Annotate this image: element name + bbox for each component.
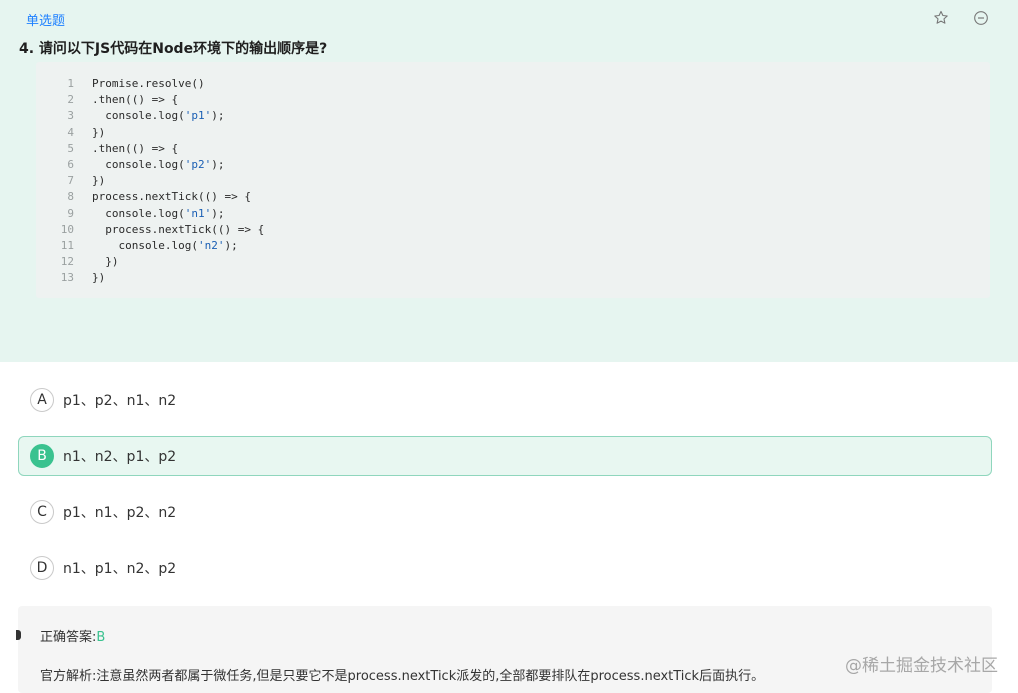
option-text: n1、n2、p1、p2 [63,449,177,465]
official-explanation: 官方解析:注意虽然两者都属于微任务,但是只要它不是process.nextTic… [40,669,765,684]
code-line: 9 console.log('n1'); [36,206,990,222]
code-string: 'n1' [184,206,212,220]
option-letter: B [30,444,54,468]
code-line: 6 console.log('p2'); [36,157,990,173]
line-number: 12 [60,255,74,269]
code-line: 3 console.log('p1'); [36,108,990,124]
question-title: 4. 请问以下JS代码在Node环境下的输出顺序是? [19,41,328,57]
code-text: console.log('n2'); [92,238,238,254]
star-outline-icon[interactable] [932,9,950,27]
code-token: }) [92,271,106,285]
code-text: process.nextTick(() => { [92,222,264,238]
correct-answer-label: 正确答案: [40,630,97,645]
question-type-tag: 单选题 [26,14,66,29]
code-line: 8 process.nextTick(() => { [36,189,990,205]
code-token: ); [224,238,238,252]
code-line: 7}) [36,173,990,189]
code-line: 13}) [36,270,990,286]
question-actions [932,9,990,27]
code-line: 12 }) [36,254,990,270]
code-text: Promise.resolve() [92,76,205,92]
line-number: 11 [60,238,74,252]
line-number: 8 [67,190,74,204]
code-token: }) [92,125,106,139]
code-text: }) [92,125,105,141]
code-block: 1 Promise.resolve() 2 .then(() => {3 consol… [36,62,990,298]
line-number: 13 [60,271,74,285]
code-string: 'p2' [184,157,212,171]
option-text: p1、p2、n1、n2 [63,393,177,409]
code-text: .then(() => { [92,141,178,157]
code-token: .then(() => { [92,141,179,155]
line-number: 6 [67,157,74,171]
option-a[interactable]: Ap1、p2、n1、n2 [18,380,992,420]
code-token: console.log( [92,109,185,123]
code-text: console.log('n1'); [92,206,224,222]
code-line: 10 process.nextTick(() => { [36,222,990,238]
watermark: @稀土掘金技术社区 [845,656,998,676]
option-letter: C [30,500,54,524]
option-letter: A [30,388,54,412]
code-text: }) [92,254,119,270]
option-b[interactable]: Bn1、n2、p1、p2 [18,436,992,476]
option-letter: D [30,556,54,580]
code-token: Promise.resolve() [92,77,205,90]
line-number: 3 [67,109,74,123]
line-number: 10 [60,222,74,236]
line-number: 9 [67,206,74,220]
code-token: process.nextTick(() => { [92,222,265,236]
code-line: 2 .then(() => { [36,92,990,108]
minus-circle-icon[interactable] [972,9,990,27]
code-text: console.log('p1'); [92,108,224,124]
correct-answer-row: 正确答案:B [40,626,105,645]
line-number: 4 [67,125,74,139]
code-text: }) [92,173,105,189]
answer-panel: 正确答案:B 官方解析:注意虽然两者都属于微任务,但是只要它不是process.… [16,606,992,693]
code-string: 'p1' [184,109,212,123]
code-token: process.nextTick(() => { [92,190,251,204]
code-line: 4}) [36,125,990,141]
code-text: }) [92,270,105,286]
code-line: 1 Promise.resolve() [36,76,990,92]
line-number: 2 [67,93,74,107]
question-area: 单选题 4. 请问以下JS代码在Node环境下的输出顺序是? 1 Promise.… [0,0,1018,362]
code-token: ); [211,157,225,171]
code-token: }) [92,255,119,269]
option-c[interactable]: Cp1、n1、p2、n2 [18,492,992,532]
code-line: 11 console.log('n2'); [36,238,990,254]
code-token: }) [92,174,106,188]
code-text: console.log('p2'); [92,157,224,173]
line-number: 7 [67,174,74,188]
code-token: console.log( [92,238,198,252]
code-token: ); [211,109,225,123]
option-d[interactable]: Dn1、p1、n2、p2 [18,548,992,588]
correct-answer-value: B [96,630,106,645]
code-token: console.log( [92,157,185,171]
option-text: n1、p1、n2、p2 [63,561,177,577]
code-token: .then(() => { [92,93,179,107]
code-text: process.nextTick(() => { [92,189,251,205]
code-string: 'n2' [197,238,225,252]
answer-marker [16,630,21,640]
code-text: .then(() => { [92,92,178,108]
code-token: ); [211,206,225,220]
line-number: 1 [67,77,74,90]
option-text: p1、n1、p2、n2 [63,505,177,521]
code-token: console.log( [92,206,185,220]
line-number: 5 [67,141,74,155]
code-line: 5 .then(() => { [36,141,990,157]
